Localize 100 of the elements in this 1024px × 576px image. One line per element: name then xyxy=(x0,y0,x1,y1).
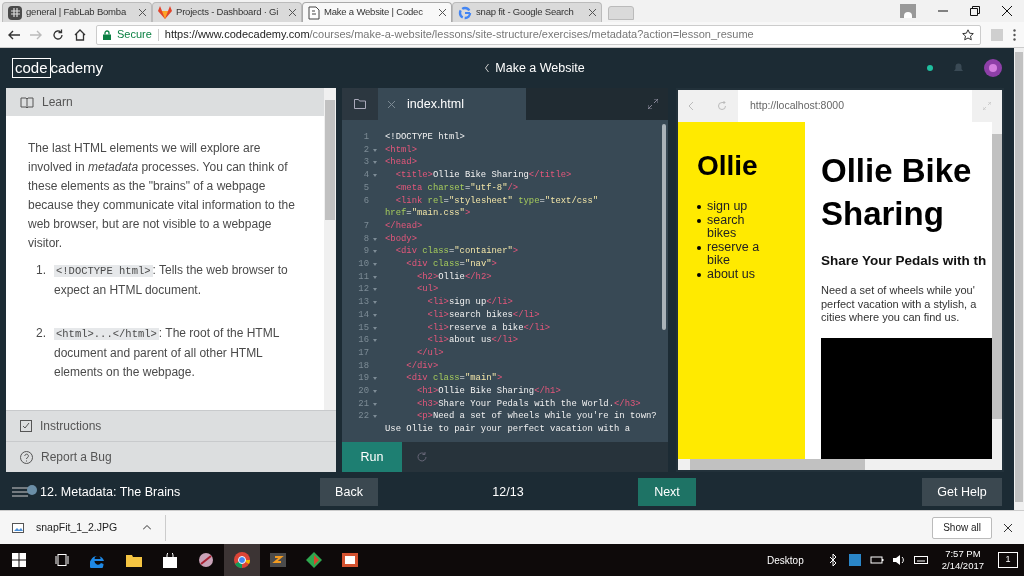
battery-icon[interactable] xyxy=(869,553,884,567)
fold-arrow-icon[interactable] xyxy=(373,326,377,330)
avatar-icon[interactable] xyxy=(984,59,1002,77)
fold-arrow-icon[interactable] xyxy=(373,174,377,178)
close-icon[interactable] xyxy=(1002,6,1012,16)
volume-icon[interactable] xyxy=(891,553,906,567)
chrome-icon[interactable] xyxy=(234,552,250,568)
home-icon[interactable] xyxy=(74,28,86,41)
page-scrollbar[interactable] xyxy=(1014,48,1024,510)
file-tree-button[interactable] xyxy=(342,88,378,120)
clock-date[interactable]: 2/14/2017 xyxy=(941,560,984,572)
fold-arrow-icon[interactable] xyxy=(373,161,377,165)
code-line: </ul> xyxy=(415,346,444,360)
page-heading: Ollie Bike Sharing xyxy=(821,151,973,234)
list-number: 2. xyxy=(36,325,46,342)
reload-icon[interactable] xyxy=(52,28,64,41)
code-line: <li>search bikes</li> xyxy=(426,308,540,322)
fold-arrow-icon[interactable] xyxy=(373,301,377,305)
code-line: <link rel="stylesheet" type="text/css" xyxy=(394,194,599,208)
code-line: <body> xyxy=(385,232,417,246)
line-number: 17 xyxy=(357,346,369,360)
panel-tab[interactable]: Report a Bug xyxy=(6,441,336,472)
line-number: 1 xyxy=(362,131,369,144)
address-bar[interactable]: Secure https://www.codecademy.com/courses/make-a-website/lessons/site-structure/exercises/metadata?action=lesson_resume xyxy=(96,24,981,45)
scrollbar[interactable] xyxy=(324,88,336,410)
fold-arrow-icon[interactable] xyxy=(373,148,377,152)
browser-tab[interactable]: general | FabLab Bomba xyxy=(2,2,152,22)
user-icon[interactable] xyxy=(900,4,916,18)
code-line: </head> xyxy=(385,219,423,233)
fox-icon xyxy=(158,6,172,19)
close-icon[interactable] xyxy=(439,9,446,16)
code-line: <html> xyxy=(385,143,417,157)
editor-tab[interactable]: index.html xyxy=(378,88,526,120)
line-number: 18 xyxy=(357,359,369,373)
line-number: 20 xyxy=(357,385,369,398)
book-icon xyxy=(20,96,34,108)
next-button[interactable]: Next xyxy=(638,478,696,506)
list-item-text: <!DOCTYPE html> : Tells the web browser to expect an HTML document. xyxy=(54,262,289,299)
get-help-button[interactable]: Get Help xyxy=(922,478,1002,506)
fold-arrow-icon[interactable] xyxy=(373,402,377,406)
fold-arrow-icon[interactable] xyxy=(373,377,377,381)
folder-icon[interactable] xyxy=(126,553,142,567)
caret-icon[interactable] xyxy=(143,525,152,530)
fold-arrow-icon[interactable] xyxy=(373,313,377,317)
intro-paragraph: The last HTML elements we will explore are involved in metadata processes. You can think of these elements as the "brains" of a webpage because they communicate vital information to the web browser, but are not visible to a webpage visitor. xyxy=(28,140,296,252)
horizontal-scrollbar[interactable] xyxy=(678,459,1002,470)
line-number: 5 xyxy=(362,181,369,195)
clock-time[interactable]: 7:57 PM xyxy=(945,548,981,560)
fold-arrow-icon[interactable] xyxy=(373,275,377,279)
code-line: <li>about us</li> xyxy=(426,334,519,347)
panel-tab[interactable]: Instructions xyxy=(6,410,336,441)
course-title[interactable]: Make a Website xyxy=(495,58,585,78)
page-icon xyxy=(308,5,320,20)
editor-app-icon[interactable] xyxy=(270,553,286,567)
fold-arrow-icon[interactable] xyxy=(373,237,377,241)
code-line: <h1>Ollie Bike Sharing</h1> xyxy=(415,385,561,398)
task-view-icon[interactable] xyxy=(55,554,69,566)
download-file-name[interactable]: snapFit_1_2.JPG xyxy=(36,519,118,536)
menu-icon[interactable] xyxy=(1013,28,1016,41)
back-button[interactable]: Back xyxy=(320,478,378,506)
windows-logo-icon[interactable] xyxy=(12,553,26,567)
app-tray-icon[interactable] xyxy=(847,553,862,567)
lock-icon xyxy=(103,29,111,40)
diamond-icon[interactable] xyxy=(306,552,322,568)
code-line: <p>Need a set of wheels while you're in town? xyxy=(415,410,657,424)
bullet-icon xyxy=(697,218,701,223)
notifications-button[interactable]: 1 xyxy=(998,552,1018,568)
nav-link[interactable]: sign up xyxy=(707,200,748,214)
app-icon[interactable] xyxy=(198,552,214,568)
back-arrow-icon[interactable] xyxy=(8,29,20,40)
star-icon[interactable] xyxy=(962,28,974,41)
browser-tab[interactable]: snap fit - Google Search xyxy=(452,2,602,22)
fold-arrow-icon[interactable] xyxy=(373,288,377,292)
slides-app-icon[interactable] xyxy=(342,553,358,567)
restore-icon[interactable] xyxy=(970,6,980,16)
fold-arrow-icon[interactable] xyxy=(373,390,377,394)
show-all-button[interactable]: Show all xyxy=(932,516,992,539)
code-line: <div class="container"> xyxy=(394,245,519,259)
preview-url: http://localhost:8000 xyxy=(749,98,845,114)
learn-tab[interactable]: Learn xyxy=(6,88,324,116)
nav-link[interactable]: about us xyxy=(707,267,755,281)
logo-boxed-text: code xyxy=(12,58,51,78)
shopping-bag-icon[interactable] xyxy=(163,552,177,568)
run-button[interactable]: Run xyxy=(342,442,402,472)
desktop-label[interactable]: Desktop xyxy=(767,552,804,568)
browser-tab[interactable]: Projects - Dashboard · Gi xyxy=(152,2,302,22)
browser-tab[interactable]: Make a Website | Codec xyxy=(302,2,452,22)
code-line: <head> xyxy=(385,156,417,170)
fold-arrow-icon[interactable] xyxy=(373,263,377,267)
chevron-left-icon[interactable] xyxy=(485,64,490,72)
line-number: 16 xyxy=(357,334,369,347)
expand-icon[interactable] xyxy=(648,99,658,109)
fold-arrow-icon[interactable] xyxy=(373,339,377,343)
refresh-icon[interactable] xyxy=(416,451,428,463)
fold-arrow-icon[interactable] xyxy=(373,250,377,254)
fold-arrow-icon[interactable] xyxy=(373,415,377,419)
keyboard-icon[interactable] xyxy=(913,553,928,567)
close-icon[interactable] xyxy=(1004,523,1012,532)
line-number: 13 xyxy=(357,296,369,309)
menu-icon[interactable] xyxy=(12,485,38,499)
